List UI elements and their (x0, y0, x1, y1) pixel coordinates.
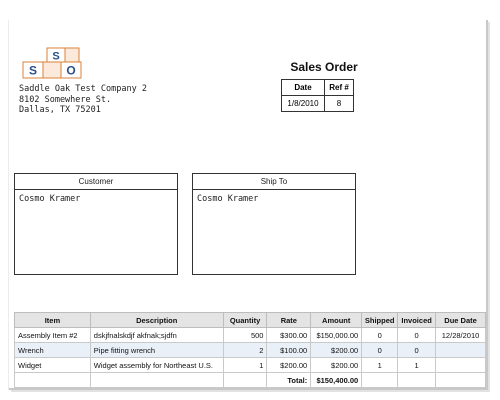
customer-label: Customer (15, 174, 177, 190)
ship-to-label: Ship To (193, 174, 355, 190)
shipped-cell: 1 (361, 357, 399, 373)
logo-letter-s: S (29, 64, 37, 78)
due-date-cell (435, 357, 486, 373)
due-date-cell (435, 342, 486, 358)
order-date: 1/8/2010 (281, 95, 325, 112)
due-date-cell: 12/28/2010 (435, 327, 486, 343)
company-city: Dallas, TX 75201 (19, 105, 101, 115)
amount-cell: $200.00 (310, 342, 363, 358)
col-header-due-date: Due Date (435, 312, 486, 328)
order-meta-table: Date Ref # 1/8/2010 8 (281, 79, 354, 112)
sales-order-page: S O S Saddle Oak Test Company 2 8102 Som… (9, 20, 488, 390)
shipped-cell: 0 (361, 342, 399, 358)
rate-cell: $100.00 (266, 342, 312, 358)
invoiced-cell: 0 (397, 342, 437, 358)
logo-letter-o: O (66, 64, 75, 78)
description-cell: dskjfnalskdjf akfnak;sjdfn (89, 327, 224, 343)
description-cell: Widget assembly for Northeast U.S. (89, 357, 224, 373)
date-header: Date (281, 79, 325, 96)
item-cell: Assembly Item #2 (14, 327, 91, 343)
table-header-row: Item Description Quantity Rate Amount Sh… (14, 312, 486, 328)
item-cell: Wrench (14, 342, 91, 358)
col-header-shipped: Shipped (361, 312, 399, 328)
shipped-cell: 0 (361, 327, 399, 343)
logo-letter-s-top: S (52, 51, 59, 63)
rate-cell: $300.00 (266, 327, 312, 343)
col-header-quantity: Quantity (222, 312, 268, 328)
col-header-invoiced: Invoiced (397, 312, 437, 328)
ship-to-name: Cosmo Kramer (197, 194, 259, 204)
invoiced-cell: 1 (397, 357, 437, 373)
rate-cell: $200.00 (266, 357, 312, 373)
ref-header: Ref # (324, 79, 354, 96)
document-title: Sales Order (290, 60, 358, 74)
quantity-cell: 2 (222, 342, 268, 358)
col-header-rate: Rate (266, 312, 312, 328)
col-header-description: Description (89, 312, 224, 328)
item-cell: Widget (14, 357, 91, 373)
total-value: $150,400.00 (310, 372, 363, 388)
ship-to-box: Ship To Cosmo Kramer (192, 173, 356, 275)
line-items-table: Item Description Quantity Rate Amount Sh… (14, 312, 486, 388)
col-header-amount: Amount (310, 312, 363, 328)
invoiced-cell: 0 (397, 327, 437, 343)
total-row: Total: $150,400.00 (14, 372, 486, 388)
amount-cell: $200.00 (310, 357, 363, 373)
description-cell: Pipe fitting wrench (89, 342, 224, 358)
quantity-cell: 500 (222, 327, 268, 343)
company-address: Saddle Oak Test Company 2 8102 Somewhere… (19, 84, 147, 116)
total-label: Total: (266, 372, 312, 388)
order-ref: 8 (324, 95, 354, 112)
company-street: 8102 Somewhere St. (19, 94, 112, 105)
amount-cell: $150,000.00 (310, 327, 363, 343)
table-row: Wrench Pipe fitting wrench 2 $100.00 $20… (14, 342, 486, 358)
customer-box: Customer Cosmo Kramer (14, 173, 178, 275)
table-row: Widget Widget assembly for Northeast U.S… (14, 357, 486, 373)
company-name: Saddle Oak Test Company 2 (19, 84, 147, 94)
table-row: Assembly Item #2 dskjfnalskdjf akfnak;sj… (14, 327, 486, 343)
customer-name: Cosmo Kramer (19, 194, 81, 204)
quantity-cell: 1 (222, 357, 268, 373)
col-header-item: Item (14, 312, 91, 328)
